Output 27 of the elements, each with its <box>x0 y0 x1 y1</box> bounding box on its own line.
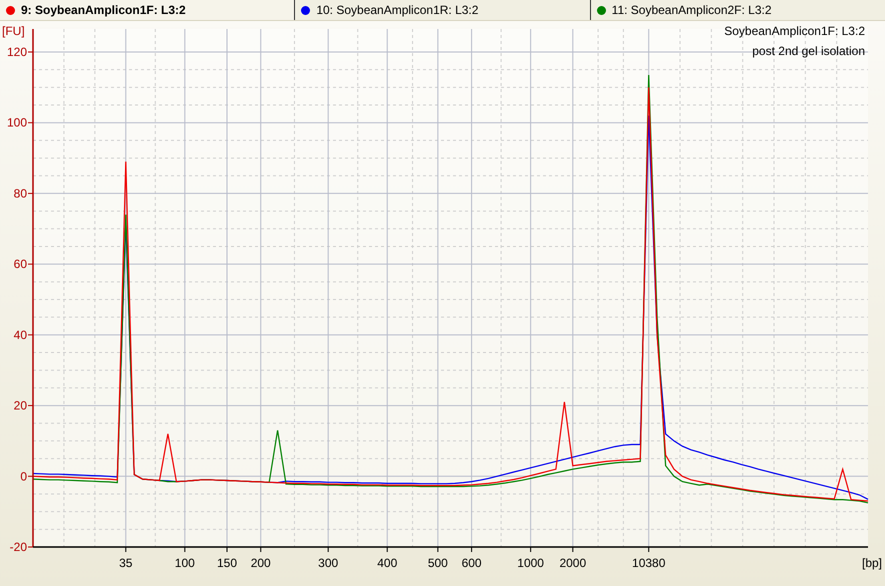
x-tick-label: 35 <box>119 556 132 570</box>
x-tick-label: 150 <box>216 556 237 570</box>
tab-label: 10: SoybeanAmplicon1R: L3:2 <box>316 3 478 17</box>
y-tick-label: 80 <box>14 186 27 200</box>
tab-label: 9: SoybeanAmplicon1F: L3:2 <box>21 3 186 17</box>
y-tick-label: 0 <box>20 469 27 484</box>
x-tick-label: 2000 <box>559 556 586 570</box>
x-tick-label: 10380 <box>632 556 666 570</box>
tab-label: 11: SoybeanAmplicon2F: L3:2 <box>612 3 772 17</box>
x-tick-label: 300 <box>318 556 338 570</box>
x-tick-label: 1000 <box>517 556 544 570</box>
y-tick-label: 100 <box>6 116 27 130</box>
y-tick-label: 60 <box>14 257 27 272</box>
y-tick-label: 120 <box>6 45 27 59</box>
y-tick-label: -20 <box>10 540 27 554</box>
x-tick-label: 500 <box>428 556 448 570</box>
x-tick-label: 100 <box>174 556 195 570</box>
y-axis-label: [FU] <box>2 24 25 38</box>
chart-annotation: post 2nd gel isolation <box>752 44 865 58</box>
y-tick-label: 20 <box>14 398 27 413</box>
x-tick-label: 400 <box>377 556 398 570</box>
sample-tab[interactable]: 9: SoybeanAmplicon1F: L3:2 <box>0 0 296 20</box>
x-axis-label: [bp] <box>862 556 882 570</box>
chart-annotation: SoybeanAmplicon1F: L3:2 <box>724 24 865 38</box>
x-tick-label: 600 <box>462 556 482 570</box>
x-tick-label: 200 <box>250 556 271 570</box>
y-tick-label: 40 <box>14 328 27 342</box>
